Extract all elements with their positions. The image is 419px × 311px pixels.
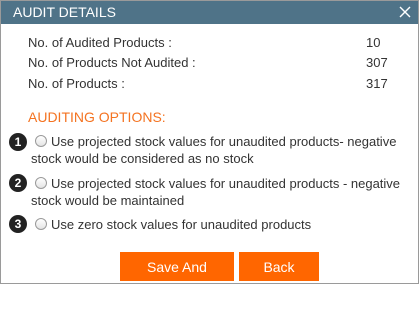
total-products-value: 317 bbox=[366, 76, 388, 91]
dialog-titlebar: AUDIT DETAILS bbox=[1, 1, 418, 24]
option-2-label[interactable]: Use projected stock values for unaudited… bbox=[31, 175, 401, 209]
audited-products-label: No. of Audited Products : bbox=[28, 35, 172, 50]
total-products-label: No. of Products : bbox=[28, 76, 125, 91]
not-audited-products-label: No. of Products Not Audited : bbox=[28, 55, 196, 70]
option-1-label[interactable]: Use projected stock values for unaudited… bbox=[31, 133, 401, 167]
audited-products-value: 10 bbox=[366, 35, 381, 50]
save-and-submit-button[interactable]: Save And Submit bbox=[120, 252, 234, 304]
step-badge: 1 bbox=[9, 133, 27, 151]
audit-details-dialog: AUDIT DETAILS No. of Audited Products : … bbox=[0, 0, 419, 304]
option-3-label[interactable]: Use zero stock values for unaudited prod… bbox=[31, 216, 401, 233]
auditing-options-heading: AUDITING OPTIONS: bbox=[28, 109, 166, 125]
step-badge: 2 bbox=[9, 174, 27, 192]
not-audited-products-value: 307 bbox=[366, 55, 388, 70]
back-button[interactable]: Back bbox=[239, 252, 319, 281]
dialog-title: AUDIT DETAILS bbox=[13, 4, 116, 20]
close-icon[interactable] bbox=[396, 3, 414, 21]
step-badge: 3 bbox=[9, 215, 27, 233]
